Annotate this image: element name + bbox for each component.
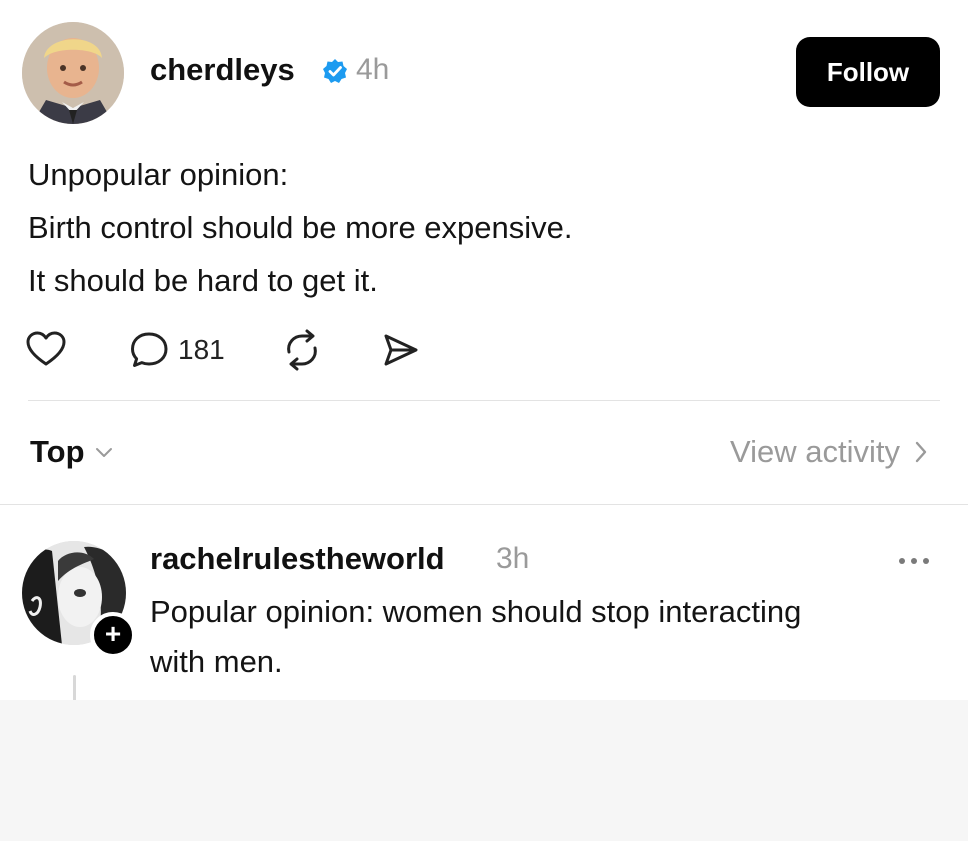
heart-icon [26, 331, 66, 366]
post-body: Unpopular opinion: Birth control should … [28, 148, 928, 307]
comment-icon [131, 332, 168, 367]
main-post: cherdleys 4h Follow Unpopular opinion: B… [0, 0, 968, 400]
repost-icon [287, 329, 317, 371]
child-portrait-image [22, 22, 124, 124]
post-timestamp: 4h [356, 53, 390, 86]
reply-post: + rachelrulestheworld 3h Popular opinion… [0, 505, 968, 703]
sort-dropdown[interactable]: Top [30, 434, 113, 470]
repost-button[interactable] [280, 328, 324, 372]
reply-text-line: with men. [150, 644, 283, 679]
send-icon [384, 334, 418, 366]
more-dots-icon [899, 558, 929, 564]
reply-count: 181 [178, 334, 225, 365]
reply-text-line: Popular opinion: women should stop inter… [150, 594, 802, 629]
view-activity-label: View activity [730, 434, 900, 469]
post-text-line: Birth control should be more expensive. [28, 210, 573, 245]
chevron-right-icon [915, 441, 927, 463]
thread-line [73, 675, 76, 703]
post-text-line: It should be hard to get it. [28, 263, 378, 298]
more-options-button[interactable] [896, 551, 932, 571]
author-avatar[interactable] [22, 22, 124, 124]
post-action-bar: 181 [24, 328, 444, 372]
share-button[interactable] [378, 328, 422, 372]
replies-header: Top View activity [0, 420, 968, 490]
feed-background [0, 700, 968, 841]
verified-badge-icon [323, 59, 347, 83]
reply-author-username[interactable]: rachelrulestheworld [150, 541, 445, 577]
view-activity-link[interactable]: View activity [730, 434, 928, 470]
reply-timestamp: 3h [496, 542, 530, 575]
chevron-down-icon [95, 448, 112, 457]
post-text-line: Unpopular opinion: [28, 157, 289, 192]
like-button[interactable] [24, 328, 68, 372]
reply-body: Popular opinion: women should stop inter… [150, 587, 930, 687]
follow-add-badge[interactable]: + [90, 612, 136, 658]
post-author-username[interactable]: cherdleys [150, 52, 295, 88]
sort-label: Top [30, 434, 85, 469]
divider [28, 400, 940, 401]
reply-button[interactable]: 181 [128, 328, 225, 372]
follow-button[interactable]: Follow [796, 37, 940, 107]
